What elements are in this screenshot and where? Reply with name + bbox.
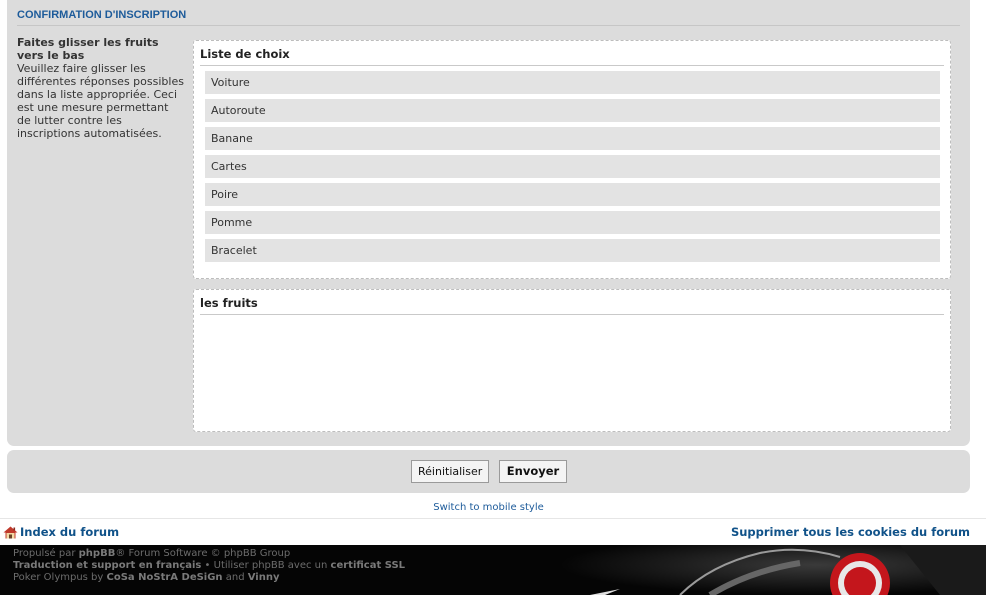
choice-item[interactable]: Pomme bbox=[205, 211, 940, 234]
choices-list-title: Liste de choix bbox=[200, 47, 944, 66]
choice-item[interactable]: Autoroute bbox=[205, 99, 940, 122]
reset-button[interactable]: Réinitialiser bbox=[411, 460, 489, 483]
designer-link[interactable]: CoSa NoStrA DeSiGn bbox=[107, 572, 223, 583]
translation-link[interactable]: Traduction et support en français bbox=[13, 560, 201, 571]
submit-button[interactable]: Envoyer bbox=[499, 460, 567, 483]
choice-item[interactable]: Cartes bbox=[205, 155, 940, 178]
footer-navbar: Index du forum Supprimer tous les cookie… bbox=[0, 518, 986, 545]
choices-list-box[interactable]: Liste de choix Voiture Autoroute Banane … bbox=[193, 40, 951, 279]
instructions: Faites glisser les fruits vers le bas Ve… bbox=[17, 36, 185, 140]
home-icon bbox=[3, 526, 18, 539]
footer-line-1: Propulsé par phpBB® Forum Software © php… bbox=[13, 548, 291, 559]
footer-line-2: Traduction et support en français • Util… bbox=[13, 560, 406, 571]
phpbb-link[interactable]: phpBB bbox=[79, 548, 116, 559]
vinny-link[interactable]: Vinny bbox=[248, 572, 280, 583]
instructions-body: Veuillez faire glisser les différentes r… bbox=[17, 62, 184, 140]
site-footer: Propulsé par phpBB® Forum Software © php… bbox=[0, 545, 986, 595]
footer-line-3: Poker Olympus by CoSa NoStrA DeSiGn and … bbox=[13, 572, 280, 583]
forum-index-link[interactable]: Index du forum bbox=[20, 525, 119, 539]
button-panel: Réinitialiser Envoyer bbox=[7, 450, 970, 493]
footer-credits: Propulsé par phpBB® Forum Software © php… bbox=[13, 548, 405, 584]
captcha-panel: CONFIRMATION D'INSCRIPTION Faites glisse… bbox=[7, 0, 970, 446]
panel-title: CONFIRMATION D'INSCRIPTION bbox=[17, 9, 960, 26]
delete-cookies-link[interactable]: Supprimer tous les cookies du forum bbox=[731, 525, 970, 539]
choice-item[interactable]: Voiture bbox=[205, 71, 940, 94]
fruits-drop-title: les fruits bbox=[200, 296, 944, 315]
choices-list: Voiture Autoroute Banane Cartes Poire Po… bbox=[205, 71, 940, 267]
fruits-drop-zone[interactable]: les fruits bbox=[193, 289, 951, 432]
instructions-title: Faites glisser les fruits vers le bas bbox=[17, 36, 159, 62]
choice-item[interactable]: Poire bbox=[205, 183, 940, 206]
footer-decoration-image bbox=[560, 545, 986, 595]
choice-item[interactable]: Banane bbox=[205, 127, 940, 150]
choice-item[interactable]: Bracelet bbox=[205, 239, 940, 262]
ssl-link[interactable]: certificat SSL bbox=[331, 560, 406, 571]
switch-mobile-link[interactable]: Switch to mobile style bbox=[0, 502, 977, 513]
